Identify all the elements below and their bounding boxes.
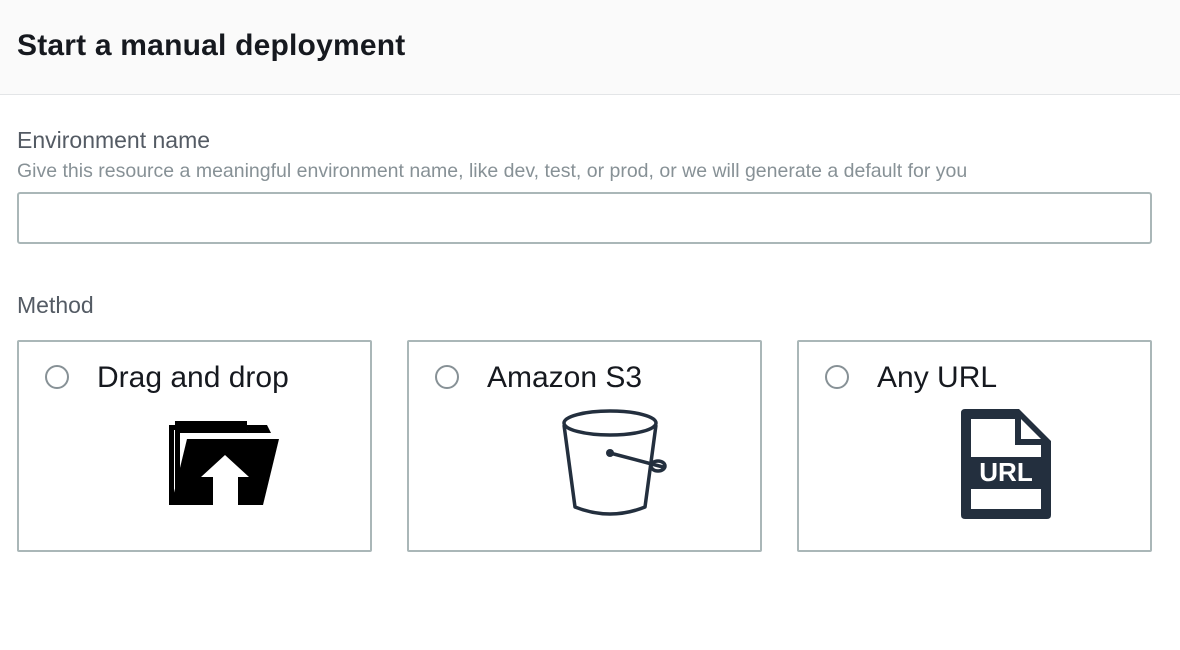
method-option-any-url[interactable]: Any URL URL — [797, 340, 1152, 552]
environment-name-input[interactable] — [17, 192, 1152, 244]
method-option-label: Amazon S3 — [487, 361, 643, 394]
svg-text:URL: URL — [979, 457, 1033, 487]
method-option-drag-and-drop[interactable]: Drag and drop — [17, 340, 372, 552]
radio-any-url[interactable] — [825, 365, 849, 389]
method-option-label: Drag and drop — [97, 361, 289, 394]
page-title: Start a manual deployment — [17, 29, 406, 62]
url-file-icon: URL — [961, 409, 1051, 519]
method-option-label: Any URL — [877, 361, 998, 394]
radio-drag-and-drop[interactable] — [45, 365, 69, 389]
method-label: Method — [17, 292, 94, 318]
bucket-icon — [562, 409, 667, 516]
environment-name-label: Environment name — [17, 127, 211, 153]
radio-amazon-s3[interactable] — [435, 365, 459, 389]
method-option-amazon-s3[interactable]: Amazon S3 — [407, 340, 762, 552]
folder-upload-icon — [169, 421, 279, 505]
environment-name-description: Give this resource a meaningful environm… — [17, 160, 968, 182]
page-header: Start a manual deployment — [0, 0, 1180, 95]
